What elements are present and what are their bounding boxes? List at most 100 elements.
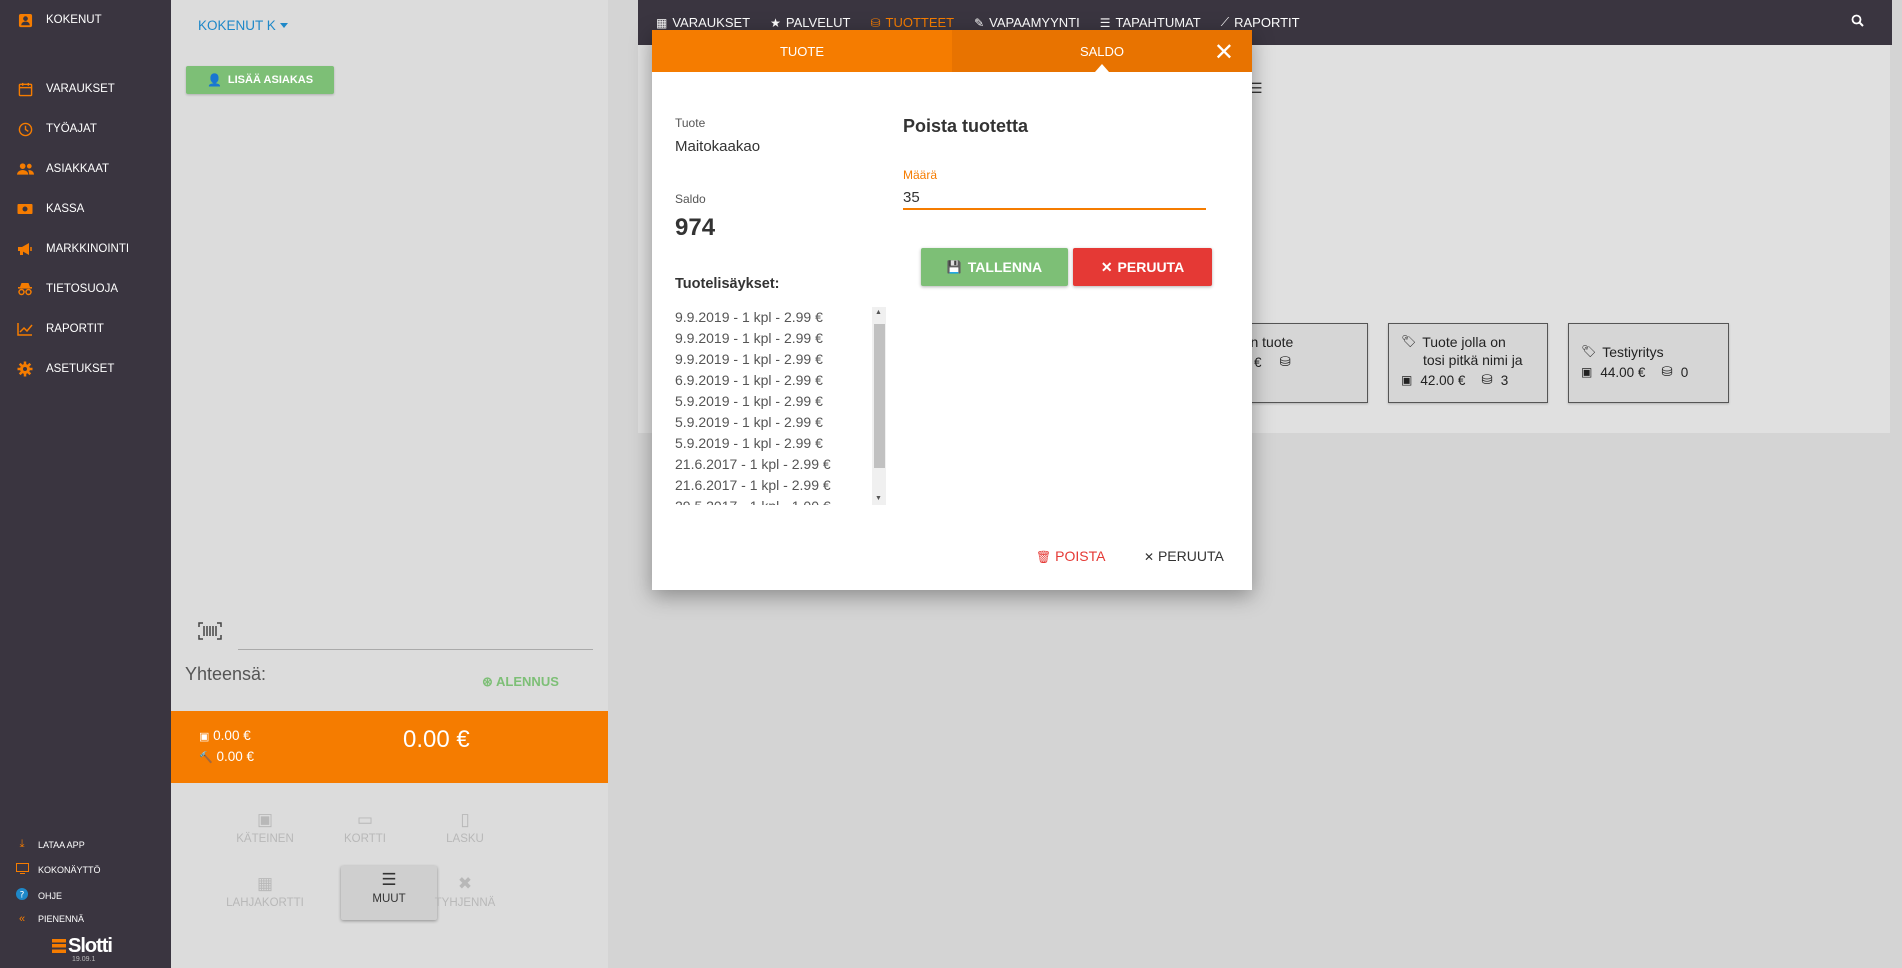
- save-button[interactable]: 💾 TALLENNA: [921, 248, 1068, 286]
- privacy-icon: [16, 281, 34, 297]
- svg-text:?: ?: [20, 891, 25, 901]
- tag-icon: 🏷: [1401, 334, 1417, 348]
- list-item: 5.9.2019 - 1 kpl - 2.99 €: [675, 414, 823, 430]
- balance-value: 974: [675, 214, 716, 241]
- sidebar-item-fullscreen[interactable]: KOKONÄYTTÖ: [14, 863, 101, 877]
- amount-field[interactable]: [903, 186, 1206, 210]
- barcode-input[interactable]: [238, 649, 593, 650]
- invoice-button[interactable]: ▯ LASKU: [417, 806, 513, 860]
- chart-icon: [16, 321, 34, 337]
- add-user-icon: 👤: [206, 73, 222, 87]
- cash-icon: ▣: [199, 731, 210, 743]
- pos-panel: KOKENUT K 👤 LISÄÄ ASIAKAS Yhteensä: ⊛ AL…: [171, 0, 608, 968]
- sidebar-item-label: OHJE: [38, 890, 63, 901]
- scroll-up-icon[interactable]: ▲: [875, 309, 882, 316]
- calendar-icon: [16, 81, 34, 97]
- close-icon[interactable]: ✕: [1214, 38, 1234, 67]
- cash-button[interactable]: ▣ KÄTEINEN: [217, 806, 313, 860]
- sidebar-item-asiakkaat[interactable]: ASIAKKAAT: [16, 161, 109, 177]
- nav-tapahtumat[interactable]: ☰ TAPAHTUMAT: [1100, 15, 1201, 30]
- file-icon: ▯: [460, 810, 470, 829]
- scrollbar-thumb[interactable]: [874, 324, 885, 468]
- additions-list[interactable]: 9.9.2019 - 1 kpl - 2.99 € 9.9.2019 - 1 k…: [675, 307, 892, 505]
- star-icon: ★: [770, 15, 781, 30]
- credit-card-icon: ▭: [356, 810, 374, 829]
- additions-title: Tuotelisäykset:: [675, 276, 780, 292]
- calendar-icon: ▦: [656, 15, 668, 30]
- nav-tuotteet[interactable]: ⛁ TUOTTEET: [870, 15, 954, 30]
- floppy-icon: 💾: [946, 260, 962, 274]
- product-name: Testiyritys: [1602, 344, 1664, 360]
- cancel-button[interactable]: ✕ PERUUTA: [1073, 248, 1212, 286]
- sidebar-item-tyoajat[interactable]: TYÖAJAT: [16, 121, 97, 137]
- discount-button[interactable]: ⊛ ALENNUS: [482, 674, 559, 690]
- tab-saldo[interactable]: SALDO: [952, 30, 1252, 72]
- list-item: 6.9.2019 - 1 kpl - 2.99 €: [675, 372, 823, 388]
- sidebar-item-asetukset[interactable]: ASETUKSET: [16, 361, 114, 377]
- delete-button[interactable]: 🗑 POISTA: [1036, 548, 1105, 564]
- stock-icon: ⛁: [1279, 354, 1291, 369]
- list-item: 21.6.2017 - 1 kpl - 2.99 €: [675, 456, 831, 472]
- stock-icon: ⛁: [1481, 372, 1493, 387]
- add-customer-button[interactable]: 👤 LISÄÄ ASIAKAS: [186, 66, 334, 94]
- sidebar-item-markkinointi[interactable]: MARKKINOINTI: [16, 241, 129, 257]
- nav-vapaamyynti[interactable]: ✎ VAPAAMYYNTI: [974, 15, 1080, 30]
- barcode-icon[interactable]: [198, 622, 222, 645]
- giftcard-button[interactable]: ▦ LAHJAKORTTI: [217, 870, 313, 924]
- totals-bar: ▣ 0.00 € 🔨 0.00 € 0.00 €: [171, 711, 608, 783]
- list-item: 9.9.2019 - 1 kpl - 2.99 €: [675, 309, 823, 325]
- product-name: Maitokaakao: [675, 138, 761, 155]
- nav-raportit[interactable]: ⟋ RAPORTIT: [1221, 15, 1300, 30]
- discount-icon: ⊛: [482, 674, 493, 689]
- scroll-down-icon[interactable]: ▼: [875, 495, 882, 502]
- product-label: Tuote: [675, 116, 706, 130]
- app-version: 19.09.1: [72, 956, 96, 963]
- stock-icon: ⛁: [1661, 364, 1673, 379]
- edit-icon: ✎: [974, 15, 985, 30]
- nav-varaukset[interactable]: ▦ VARAUKSET: [656, 15, 750, 30]
- money-icon: ▣: [256, 810, 274, 829]
- tag-icon: 🏷: [1581, 344, 1597, 358]
- search-icon[interactable]: [1851, 14, 1864, 30]
- customer-dropdown[interactable]: KOKENUT K: [198, 18, 288, 33]
- sidebar-item-label: KOKONÄYTTÖ: [38, 865, 101, 875]
- people-icon: [16, 161, 34, 177]
- sidebar-item-label: KASSA: [46, 203, 85, 215]
- product-tile[interactable]: 🏷 Tuote jolla on tosi pitkä nimi ja ▣ 42.0…: [1388, 323, 1548, 403]
- balance-label: Saldo: [675, 192, 706, 206]
- other-total: 🔨 0.00 €: [199, 749, 255, 764]
- slotti-logo: Slotti: [52, 935, 113, 958]
- gavel-icon: 🔨: [199, 752, 213, 764]
- cash-total: ▣ 0.00 €: [199, 728, 251, 743]
- list-item: 9.9.2019 - 1 kpl - 2.99 €: [675, 330, 823, 346]
- sidebar-item-lataa-app[interactable]: ⤓ LATAA APP: [14, 838, 85, 851]
- sidebar: KOKENUT VARAUKSET TYÖAJAT ASIAKKAAT KASS…: [0, 0, 171, 968]
- sidebar-item-pienenna[interactable]: « PIENENNÄ: [14, 913, 84, 925]
- product-tile[interactable]: 🏷 Testiyritys ▣ 44.00 € ⛁ 0: [1568, 323, 1729, 403]
- megaphone-icon: [16, 241, 34, 257]
- product-stock: 3: [1500, 372, 1509, 388]
- sidebar-item-ohje[interactable]: ? OHJE: [14, 888, 62, 903]
- footer-cancel-button[interactable]: ✕ PERUUTA: [1144, 548, 1224, 564]
- sidebar-item-kokenut[interactable]: KOKENUT: [16, 12, 102, 28]
- product-name-line2: tosi pitkä nimi ja: [1423, 352, 1523, 368]
- trash-icon: 🗑: [1036, 550, 1052, 564]
- total-label: Yhteensä:: [185, 664, 267, 684]
- download-icon: ⤓: [19, 838, 25, 850]
- sidebar-item-raportit[interactable]: RAPORTIT: [16, 321, 104, 337]
- nav-palvelut[interactable]: ★ PALVELUT: [770, 15, 850, 30]
- sidebar-item-tietosuoja[interactable]: TIETOSUOJA: [16, 281, 118, 297]
- grand-total: 0.00 €: [403, 726, 470, 753]
- list-item: 21.6.2017 - 1 kpl - 2.99 €: [675, 477, 831, 493]
- collapse-icon: «: [18, 913, 26, 925]
- sidebar-item-kassa[interactable]: KASSA: [16, 201, 84, 217]
- clear-button[interactable]: ✖ TYHJENNÄ: [417, 870, 513, 924]
- gift-icon: ▦: [256, 874, 274, 893]
- amount-label: Määrä: [903, 168, 938, 182]
- contact-icon: [16, 12, 34, 28]
- tab-tuote[interactable]: TUOTE: [652, 30, 952, 72]
- gear-icon: [16, 361, 34, 377]
- product-balance-dialog: TUOTE SALDO ✕ Tuote Maitokaakao Saldo 97…: [652, 30, 1252, 590]
- sidebar-item-varaukset[interactable]: VARAUKSET: [16, 81, 115, 97]
- card-button[interactable]: ▭ KORTTI: [317, 806, 413, 860]
